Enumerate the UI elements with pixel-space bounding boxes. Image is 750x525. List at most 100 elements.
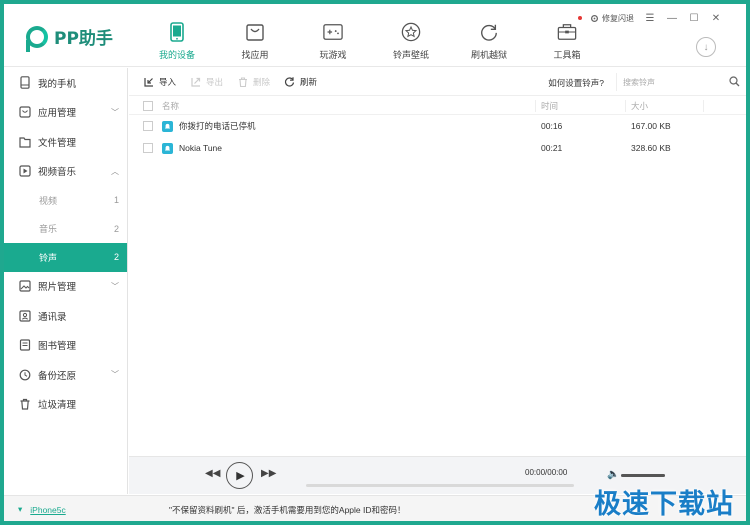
sidebar-item-apps[interactable]: 应用管理 ﹀	[4, 98, 127, 128]
column-header-size[interactable]: 大小	[631, 100, 648, 112]
ringtone-name: Nokia Tune	[179, 143, 222, 153]
count-badge: 2	[113, 223, 119, 234]
next-track-icon[interactable]: ▶▶	[261, 468, 276, 479]
chevron-down-icon: ▾	[18, 504, 23, 514]
column-header-time[interactable]: 时间	[541, 100, 558, 112]
import-button[interactable]: 导入	[143, 76, 176, 88]
column-divider	[703, 100, 704, 112]
notification-dot	[578, 16, 582, 20]
play-icon: ▶	[236, 470, 245, 482]
phone-outline-icon	[18, 76, 32, 90]
nav-label: 找应用	[241, 50, 269, 60]
sidebar-item-backup[interactable]: 备份还原 ﹀	[4, 360, 127, 390]
sidebar-item-label: 垃圾清理	[38, 400, 77, 412]
sidebar-item-my-phone[interactable]: 我的手机	[4, 68, 127, 98]
search-box	[616, 73, 742, 91]
sidebar-item-label: 文件管理	[38, 137, 77, 149]
export-label: 导出	[206, 76, 224, 87]
chevron-down-icon: ﹀	[111, 281, 119, 291]
nav-label: 玩游戏	[319, 50, 347, 60]
sidebar-item-video-music[interactable]: 视频音乐 ︿	[4, 157, 127, 187]
column-header-name[interactable]: 名称	[162, 100, 179, 112]
header: PP助手 我的设备 找应用 玩游戏 铃声壁纸 刷机越狱 工具箱 修复闪退 ☰ —…	[4, 4, 746, 67]
table-header: 名称 时间 大小	[129, 97, 746, 115]
trash-icon	[237, 76, 248, 87]
count-badge: 1	[113, 195, 119, 206]
chevron-down-icon: ﹀	[111, 370, 119, 380]
refresh-button[interactable]: 刷新	[284, 76, 317, 88]
menu-icon[interactable]: ☰	[644, 12, 656, 24]
ringtone-size: 167.00 KB	[631, 121, 671, 131]
download-icon[interactable]: ↓	[696, 37, 716, 57]
photo-icon	[18, 279, 32, 293]
volume-fill	[621, 474, 665, 477]
sidebar-item-contacts[interactable]: 通讯录	[4, 301, 127, 331]
backup-icon	[18, 368, 32, 382]
sidebar-item-books[interactable]: 图书管理	[4, 331, 127, 361]
howto-ringtone-link[interactable]: 如何设置铃声?	[548, 77, 604, 89]
export-button[interactable]: 导出	[190, 76, 223, 88]
select-all-checkbox[interactable]	[143, 100, 153, 111]
nav-flash-jailbreak[interactable]: 刷机越狱	[450, 4, 528, 67]
nav-ringtones-wallpapers[interactable]: 铃声壁纸	[372, 4, 450, 67]
sidebar-item-label: 照片管理	[38, 282, 77, 294]
ringtone-size: 328.60 KB	[631, 143, 671, 153]
import-label: 导入	[159, 76, 177, 87]
delete-button[interactable]: 删除	[237, 76, 270, 88]
sidebar: 我的手机 应用管理 ﹀ 文件管理 视频音乐 ︿ 视频 1 音乐 2 铃声 2 照…	[4, 68, 128, 494]
sidebar-subitem-ringtones[interactable]: 铃声 2	[4, 243, 127, 272]
search-icon[interactable]	[729, 76, 740, 89]
pp-logo-icon	[26, 25, 48, 52]
logo: PP助手	[26, 24, 113, 52]
nav-label: 铃声壁纸	[392, 50, 429, 60]
maximize-icon[interactable]: ☐	[688, 12, 700, 24]
ringtone-duration: 00:16	[541, 121, 563, 131]
sidebar-subitem-music[interactable]: 音乐 2	[4, 215, 127, 244]
search-input[interactable]	[623, 74, 723, 90]
status-bar: ▾ iPhone5c "不保留资料刷机" 后，激活手机需要用到您的Apple I…	[4, 489, 746, 521]
sidebar-item-files[interactable]: 文件管理	[4, 127, 127, 157]
export-icon	[190, 76, 201, 87]
progress-bar[interactable]	[306, 484, 574, 487]
folder-icon	[18, 135, 32, 149]
sidebar-subitem-video[interactable]: 视频 1	[4, 186, 127, 215]
window-controls: 修复闪退 ☰ — ☐ ✕	[590, 12, 722, 24]
nav-find-apps[interactable]: 找应用	[216, 4, 294, 67]
chevron-up-icon: ︿	[111, 166, 119, 176]
sidebar-item-photos[interactable]: 照片管理 ﹀	[4, 272, 127, 302]
table-row[interactable]: Nokia Tune 00:21 328.60 KB	[129, 137, 746, 159]
sidebar-item-label: 应用管理	[38, 108, 77, 120]
column-divider	[625, 100, 626, 112]
refresh-label: 刷新	[300, 76, 318, 87]
nav-games[interactable]: 玩游戏	[294, 4, 372, 67]
count-badge: 2	[113, 252, 119, 263]
nav-label: 刷机越狱	[470, 50, 507, 60]
volume-slider[interactable]	[621, 474, 665, 477]
volume-icon[interactable]: 🔈	[607, 469, 619, 480]
repair-crash-button[interactable]: 修复闪退	[590, 13, 634, 24]
refresh-icon	[284, 76, 295, 87]
status-notice: "不保留资料刷机" 后，激活手机需要用到您的Apple ID和密码！	[169, 505, 406, 515]
previous-track-icon[interactable]: ◀◀	[205, 468, 220, 479]
row-checkbox[interactable]	[143, 121, 153, 131]
nav-label: 我的设备	[158, 50, 195, 60]
sidebar-item-label: 图书管理	[38, 341, 77, 353]
row-checkbox[interactable]	[143, 143, 153, 153]
refresh-circle-icon	[479, 22, 499, 42]
app-window: PP助手 我的设备 找应用 玩游戏 铃声壁纸 刷机越狱 工具箱 修复闪退 ☰ —…	[4, 4, 746, 521]
chevron-down-icon: ﹀	[111, 107, 119, 117]
main-nav: 我的设备 找应用 玩游戏 铃声壁纸 刷机越狱 工具箱	[138, 4, 606, 67]
device-name: iPhone5c	[30, 504, 66, 515]
sidebar-item-cleanup[interactable]: 垃圾清理	[4, 390, 127, 420]
nav-my-device[interactable]: 我的设备	[138, 4, 216, 67]
row-name-cell: 你拨打的电话已停机	[162, 120, 256, 132]
table-row[interactable]: 你拨打的电话已停机 00:16 167.00 KB	[129, 115, 746, 137]
device-selector[interactable]: ▾ iPhone5c	[18, 504, 66, 515]
column-divider	[535, 100, 536, 112]
play-button[interactable]: ▶	[226, 462, 253, 489]
sidebar-subitem-label: 音乐	[39, 224, 58, 235]
ringtone-name: 你拨打的电话已停机	[179, 121, 256, 131]
close-icon[interactable]: ✕	[710, 12, 722, 24]
toolbox-icon	[557, 22, 577, 42]
minimize-icon[interactable]: —	[666, 12, 678, 24]
